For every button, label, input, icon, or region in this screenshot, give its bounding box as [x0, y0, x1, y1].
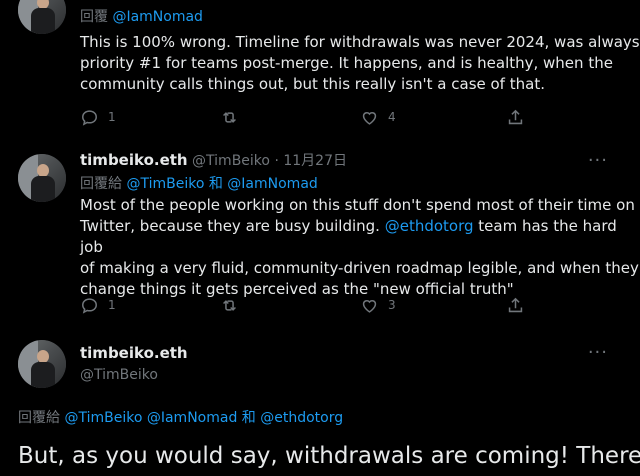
reply-and: 和: [208, 176, 223, 192]
separator-dot: ·: [274, 153, 279, 169]
reply-context: 回覆給 @TimBeiko 和 @IamNomad: [80, 175, 640, 193]
tweet-text-line: community calls things out, but this rea…: [80, 75, 545, 93]
tweet-date[interactable]: 11月27日: [283, 153, 347, 169]
user-handle[interactable]: @TimBeiko: [80, 365, 188, 385]
like-button[interactable]: 3: [360, 296, 506, 315]
display-name[interactable]: timbeiko.eth: [80, 343, 188, 363]
like-button[interactable]: 4: [360, 108, 506, 127]
more-icon[interactable]: ···: [588, 342, 608, 363]
retweet-button[interactable]: [220, 296, 360, 315]
tweet-text-line: Twitter, because they are busy building.…: [80, 216, 640, 258]
tweet-text-line: priority #1 for teams post-merge. It hap…: [80, 54, 613, 72]
tweet-1[interactable]: 回覆 @IamNomad This is 100% wrong. Timelin…: [0, 0, 640, 140]
reply-handle-link[interactable]: @IamNomad: [147, 410, 238, 426]
reply-prefix: 回覆給: [80, 176, 122, 192]
share-icon: [508, 109, 523, 124]
tweet-text: This is 100% wrong. Timeline for withdra…: [80, 32, 640, 95]
reply-handle-link[interactable]: @TimBeiko: [126, 176, 204, 192]
mention-link[interactable]: @ethdotorg: [385, 217, 474, 235]
reply-prefix: 回覆給: [18, 410, 60, 426]
reply-handle-link[interactable]: @ethdotorg: [260, 410, 343, 426]
reply-context: 回覆 @IamNomad: [80, 8, 640, 26]
share-button[interactable]: [506, 108, 525, 127]
tweet-text: Most of the people working on this stuff…: [80, 195, 640, 300]
tweet-text-line: of making a very fluid, community-driven…: [80, 259, 639, 277]
tweet-3[interactable]: ··· timbeiko.eth @TimBeiko 回覆給 @TimBeiko…: [0, 330, 640, 476]
reply-count: 1: [108, 298, 116, 312]
retweet-button[interactable]: [220, 108, 360, 127]
share-icon: [508, 297, 523, 312]
display-name[interactable]: timbeiko.eth: [80, 151, 188, 169]
retweet-icon: [223, 111, 236, 123]
share-button[interactable]: [506, 296, 525, 315]
reply-icon: [82, 297, 97, 314]
tweet-text-span: Twitter, because they are busy building.: [80, 217, 385, 235]
reply-handle-link[interactable]: @IamNomad: [227, 176, 318, 192]
avatar[interactable]: [18, 340, 66, 388]
reply-and: 和: [241, 410, 256, 426]
reply-icon: [82, 109, 97, 126]
avatar[interactable]: [18, 0, 66, 34]
retweet-icon: [223, 299, 236, 311]
like-icon: [362, 299, 377, 313]
tweet-2[interactable]: ··· timbeiko.eth @TimBeiko · 11月27日 回覆給 …: [0, 144, 640, 324]
tweet-text-line: This is 100% wrong. Timeline for withdra…: [80, 33, 640, 51]
reply-context: 回覆給 @TimBeiko @IamNomad 和 @ethdotorg: [18, 409, 343, 427]
reply-button[interactable]: 1: [80, 296, 220, 315]
tweet-header: timbeiko.eth @TimBeiko · 11月27日: [80, 150, 640, 171]
reply-button[interactable]: 1: [80, 108, 220, 127]
like-icon: [362, 111, 377, 125]
like-count: 3: [388, 298, 396, 312]
user-handle[interactable]: @TimBeiko: [192, 153, 270, 169]
reply-handle-link[interactable]: @IamNomad: [112, 9, 203, 25]
avatar[interactable]: [18, 154, 66, 202]
reply-prefix: 回覆: [80, 9, 108, 25]
reply-count: 1: [108, 110, 116, 124]
reply-handle-link[interactable]: @TimBeiko: [64, 410, 142, 426]
tweet-text: But, as you would say, withdrawals are c…: [18, 443, 640, 469]
like-count: 4: [388, 110, 396, 124]
tweet-text-line: Most of the people working on this stuff…: [80, 196, 635, 214]
